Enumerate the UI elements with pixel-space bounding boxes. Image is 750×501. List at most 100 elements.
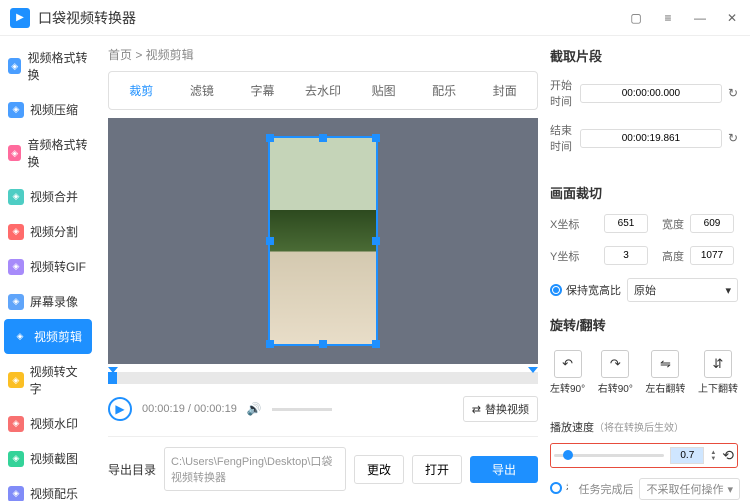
sidebar-icon: ◈	[8, 145, 21, 161]
status-label: 任务完成后	[578, 481, 633, 497]
aspect-ratio-radio[interactable]: 保持宽高比	[550, 282, 621, 298]
sidebar-item-10[interactable]: ◈视频截图	[0, 441, 96, 476]
speed-slider-thumb[interactable]	[563, 450, 573, 460]
sidebar-item-1[interactable]: ◈视频压缩	[0, 92, 96, 127]
speed-slider[interactable]	[554, 454, 664, 457]
reset-speed-icon[interactable]: ⟲	[722, 447, 734, 464]
sidebar-icon: ◈	[8, 416, 24, 432]
close-icon[interactable]: ✕	[724, 10, 740, 26]
sidebar-item-label: 屏幕录像	[30, 293, 78, 310]
speed-stepper[interactable]: ▲▼	[710, 450, 716, 462]
change-dir-button[interactable]: 更改	[354, 455, 404, 484]
sidebar-item-7[interactable]: ◈ 视频剪辑	[4, 319, 92, 354]
crop-handle[interactable]	[266, 237, 274, 245]
sidebar-item-11[interactable]: ◈ 视频配乐	[0, 476, 96, 501]
export-dir-label: 导出目录	[108, 461, 156, 478]
minimize-icon[interactable]: —	[692, 10, 708, 26]
sidebar-item-0[interactable]: ◈视频格式转换	[0, 40, 96, 92]
volume-slider[interactable]	[272, 408, 332, 411]
start-time-label: 开始时间	[550, 77, 574, 109]
radio-checked-icon	[550, 284, 562, 296]
rotate-button-1[interactable]: ↷右转90°	[598, 350, 633, 395]
breadcrumb: 首页 > 视频剪辑	[108, 46, 538, 63]
sidebar-icon: ◈	[12, 329, 28, 345]
titlebar: 口袋视频转换器 ▢ ≡ — ✕	[0, 0, 750, 36]
rotate-icon: ↷	[601, 350, 629, 378]
sidebar-icon: ◈	[8, 294, 24, 310]
tab-0[interactable]: 裁剪	[113, 76, 170, 105]
crop-handle[interactable]	[266, 340, 274, 348]
height-input[interactable]	[690, 246, 734, 265]
sidebar-item-label: 视频转GIF	[30, 258, 86, 275]
sidebar-item-4[interactable]: ◈视频分割	[0, 214, 96, 249]
sidebar-item-8[interactable]: ◈视频转文字	[0, 354, 96, 406]
timeline[interactable]	[108, 372, 538, 384]
crop-frame[interactable]	[268, 136, 378, 346]
sidebar-item-6[interactable]: ◈ 屏幕录像	[0, 284, 96, 319]
rotate-button-0[interactable]: ↶左转90°	[550, 350, 585, 395]
refresh-start-icon[interactable]: ↻	[728, 84, 738, 102]
timeline-start-handle[interactable]	[108, 367, 118, 373]
start-time-input[interactable]	[580, 84, 722, 103]
sidebar-item-2[interactable]: ◈音频格式转换	[0, 127, 96, 179]
tab-5[interactable]: 配乐	[416, 76, 473, 105]
crop-handle[interactable]	[372, 340, 380, 348]
tab-3[interactable]: 去水印	[295, 76, 352, 105]
sidebar-icon: ◈	[8, 189, 24, 205]
timeline-end-handle[interactable]	[528, 367, 538, 373]
rotate-button-3[interactable]: ⇵上下翻转	[698, 350, 738, 395]
app-title: 口袋视频转换器	[38, 8, 628, 28]
end-time-input[interactable]	[580, 129, 722, 148]
crop-handle[interactable]	[319, 340, 327, 348]
tab-2[interactable]: 字幕	[234, 76, 291, 105]
sidebar-icon: ◈	[8, 486, 24, 501]
replace-video-button[interactable]: ⇄替换视频	[463, 396, 538, 422]
height-label: 高度	[654, 248, 684, 264]
sidebar: ◈视频格式转换◈视频压缩◈音频格式转换◈视频合并◈视频分割◈视频转GIF◈屏幕录…	[0, 36, 96, 501]
x-input[interactable]	[604, 214, 648, 233]
width-input[interactable]	[690, 214, 734, 233]
crop-handle[interactable]	[266, 134, 274, 142]
app-logo	[10, 8, 30, 28]
video-preview[interactable]	[108, 118, 538, 364]
sidebar-item-label: 视频配乐	[30, 485, 78, 501]
x-label: X坐标	[550, 216, 598, 232]
sidebar-item-label: 视频压缩	[30, 101, 78, 118]
rotate-button-2[interactable]: ⇋左右翻转	[645, 350, 685, 395]
refresh-end-icon[interactable]: ↻	[728, 129, 738, 147]
crop-handle[interactable]	[372, 134, 380, 142]
y-label: Y坐标	[550, 248, 598, 264]
sidebar-icon: ◈	[8, 372, 24, 388]
y-input[interactable]	[604, 246, 648, 265]
play-button[interactable]: ▶	[108, 397, 132, 421]
volume-icon[interactable]: 🔊	[247, 402, 262, 416]
width-label: 宽度	[654, 216, 684, 232]
aspect-ratio-select[interactable]: 原始▾	[627, 278, 738, 302]
swap-icon: ⇄	[472, 403, 481, 416]
export-path-input[interactable]: C:\Users\FengPing\Desktop\口袋视频转换器	[164, 447, 346, 491]
sidebar-item-9[interactable]: ◈ 视频水印	[0, 406, 96, 441]
crop-handle[interactable]	[372, 237, 380, 245]
sidebar-item-label: 视频剪辑	[34, 328, 82, 345]
rotate-icon: ⇵	[704, 350, 732, 378]
tab-4[interactable]: 贴图	[355, 76, 412, 105]
folder-icon[interactable]: ▢	[628, 10, 644, 26]
crop-handle[interactable]	[319, 134, 327, 142]
tab-1[interactable]: 滤镜	[174, 76, 231, 105]
tab-6[interactable]: 封面	[476, 76, 533, 105]
menu-icon[interactable]: ≡	[660, 10, 676, 26]
speed-input[interactable]	[670, 447, 704, 464]
end-time-label: 结束时间	[550, 122, 574, 154]
clip-section-title: 截取片段	[550, 46, 738, 65]
chevron-down-icon: ▾	[725, 284, 731, 297]
status-action-select[interactable]: 不采取任何操作▾	[639, 478, 740, 500]
export-button[interactable]: 导出	[470, 456, 538, 483]
sidebar-item-3[interactable]: ◈视频合并	[0, 179, 96, 214]
chevron-down-icon: ▾	[727, 483, 733, 496]
sidebar-icon: ◈	[8, 259, 24, 275]
sidebar-icon: ◈	[8, 451, 24, 467]
radio-unchecked-icon	[550, 482, 562, 494]
open-dir-button[interactable]: 打开	[412, 455, 462, 484]
sidebar-item-5[interactable]: ◈ 视频转GIF	[0, 249, 96, 284]
sidebar-item-label: 视频水印	[30, 415, 78, 432]
